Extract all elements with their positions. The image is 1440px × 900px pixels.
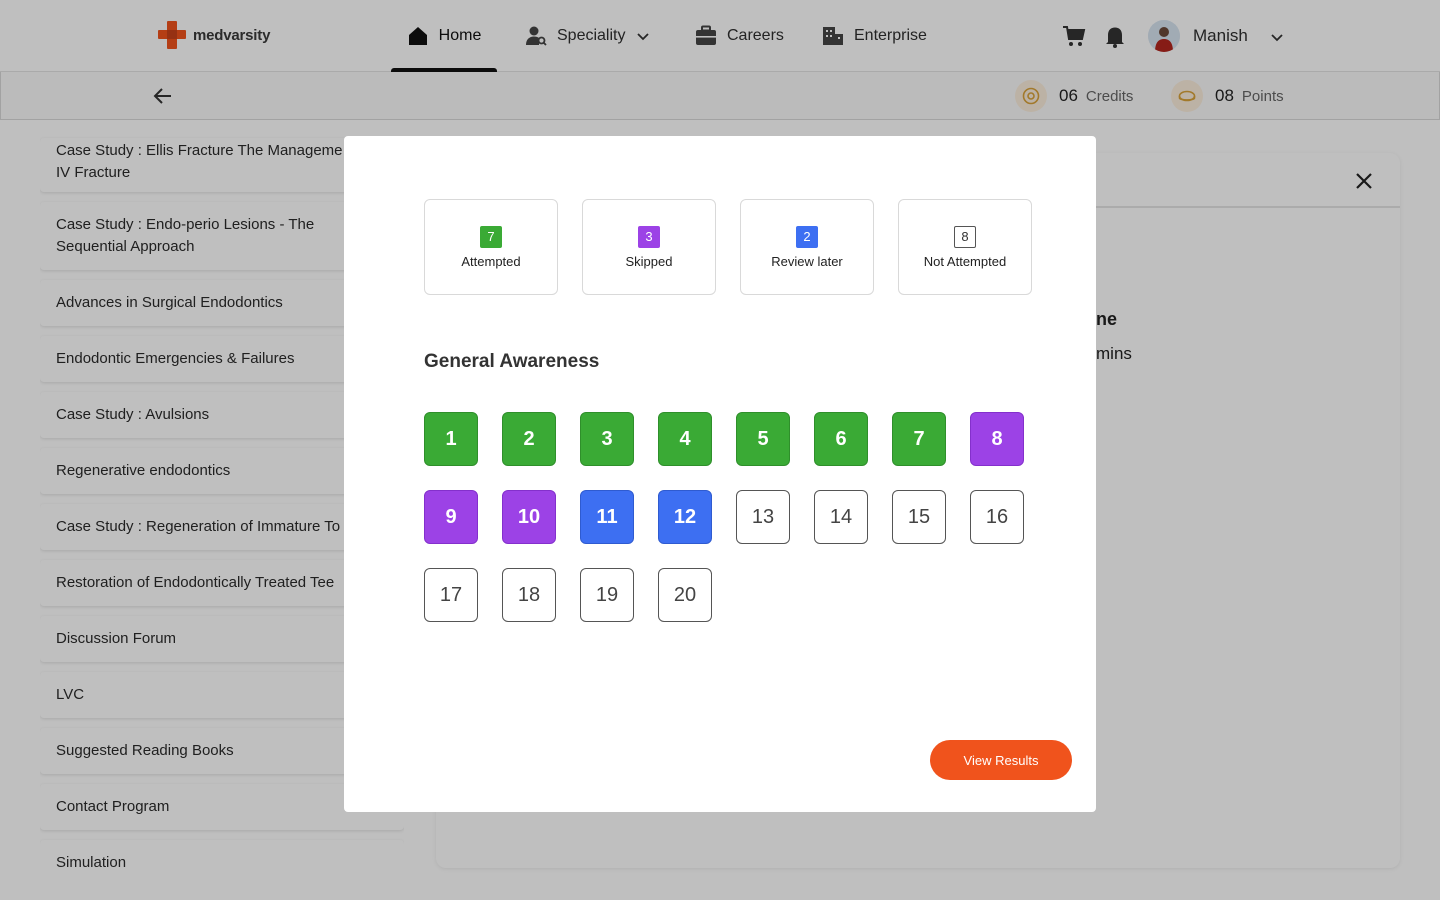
legend-not-attempted: 8 Not Attempted: [898, 199, 1032, 295]
question-button[interactable]: 4: [658, 412, 712, 466]
question-button[interactable]: 11: [580, 490, 634, 544]
question-button[interactable]: 15: [892, 490, 946, 544]
legend-review-later: 2 Review later: [740, 199, 874, 295]
question-button[interactable]: 2: [502, 412, 556, 466]
question-button[interactable]: 8: [970, 412, 1024, 466]
view-results-button[interactable]: View Results: [930, 740, 1072, 780]
question-button[interactable]: 14: [814, 490, 868, 544]
question-button[interactable]: 18: [502, 568, 556, 622]
question-summary-modal: 7 Attempted 3 Skipped 2 Review later 8 N…: [344, 136, 1096, 812]
legend-skipped: 3 Skipped: [582, 199, 716, 295]
legend-attempted: 7 Attempted: [424, 199, 558, 295]
question-button[interactable]: 7: [892, 412, 946, 466]
question-button[interactable]: 12: [658, 490, 712, 544]
attempted-count-badge: 7: [480, 225, 502, 248]
question-grid: 1 2 3 4 5 6 7 8 9 10 11 12 13 14 15 16 17 18 19 20: [424, 412, 1044, 622]
skipped-label: Skipped: [625, 253, 673, 269]
question-button[interactable]: 6: [814, 412, 868, 466]
review-later-label: Review later: [771, 253, 843, 269]
question-button[interactable]: 1: [424, 412, 478, 466]
question-button[interactable]: 10: [502, 490, 556, 544]
section-title: General Awareness: [424, 351, 600, 372]
not-attempted-label: Not Attempted: [923, 253, 1007, 269]
question-button[interactable]: 17: [424, 568, 478, 622]
skipped-count-badge: 3: [638, 225, 660, 248]
question-button[interactable]: 9: [424, 490, 478, 544]
question-button[interactable]: 13: [736, 490, 790, 544]
question-button[interactable]: 19: [580, 568, 634, 622]
question-button[interactable]: 16: [970, 490, 1024, 544]
question-button[interactable]: 20: [658, 568, 712, 622]
review-count-badge: 2: [796, 225, 818, 248]
question-button[interactable]: 5: [736, 412, 790, 466]
attempted-label: Attempted: [461, 253, 521, 269]
question-button[interactable]: 3: [580, 412, 634, 466]
not-attempted-count-badge: 8: [954, 225, 976, 248]
